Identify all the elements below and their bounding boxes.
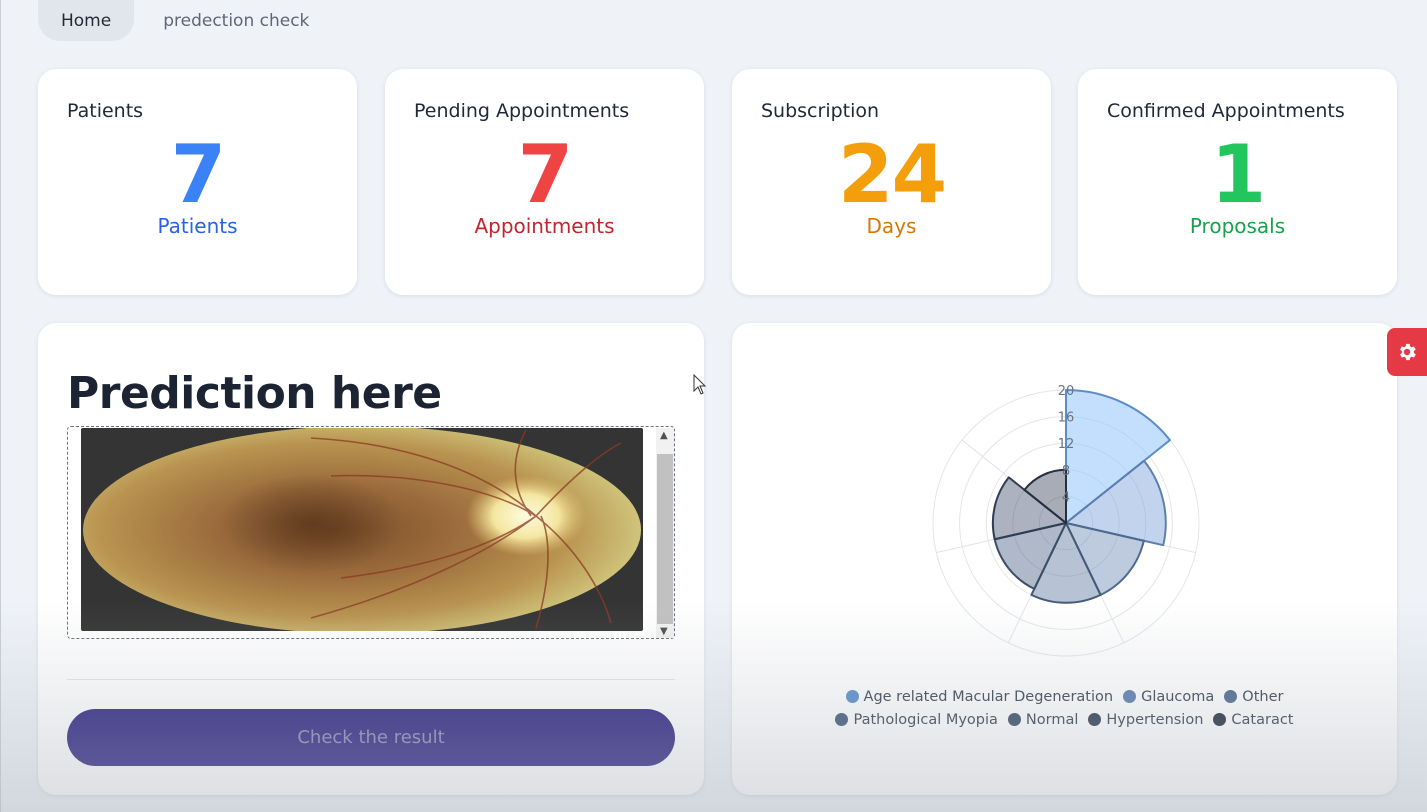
prediction-title: Prediction here [67,368,442,419]
legend-item[interactable]: Normal [1007,711,1079,728]
legend-swatch [1224,690,1238,703]
legend-swatch [845,690,859,703]
fundus-image [81,428,643,631]
settings-button[interactable] [1387,328,1427,376]
legend-swatch [1007,713,1021,726]
stat-title: Patients [67,100,144,122]
image-drop-zone[interactable]: ▲ ▼ [67,426,675,639]
stat-value: 7 [170,128,227,221]
stat-unit: Appointments [474,214,615,238]
stat-title: Confirmed Appointments [1107,100,1345,122]
scroll-thumb[interactable] [657,454,673,624]
stat-value: 7 [517,128,574,221]
stat-value: 1 [1210,128,1267,221]
legend-item[interactable]: Glaucoma [1123,689,1214,705]
chart-card: 4 8 12 16 20 Age related Macular Degeneratio… [732,323,1397,795]
window-edge [0,0,1,812]
scroll-up-icon[interactable]: ▲ [660,431,668,441]
gear-icon [1400,343,1416,361]
legend-label: Hypertension [1106,711,1204,728]
check-result-button[interactable]: Check the result [67,709,675,766]
r-tick-label: 16 [1058,411,1075,426]
divider [67,679,675,680]
tab-home[interactable]: Home [38,0,135,41]
r-tick-label: 4 [1062,490,1070,505]
polar-area-chart: 4 8 12 16 20 [932,384,1200,657]
legend-item[interactable]: Pathological Myopia [835,711,998,728]
legend-label: Other [1242,688,1284,705]
legend-label: Normal [1025,711,1079,728]
stat-value: 24 [837,128,947,221]
stat-title: Pending Appointments [414,100,630,122]
stat-card-subscription: Subscription 24 Days [732,69,1051,295]
r-tick-label: 20 [1058,384,1075,399]
stat-title: Subscription [761,100,880,122]
r-tick-label: 12 [1058,437,1075,452]
chart-legend: Age related Macular Degeneration Glaucoma… [732,685,1397,731]
stat-unit: Patients [157,214,238,238]
legend-item[interactable]: Age related Macular Degeneration [845,688,1114,705]
tab-predection-check[interactable]: predection check [140,0,332,41]
scroll-down-icon[interactable]: ▼ [660,627,668,637]
nav-tabs: Home predection check [38,0,332,41]
legend-label: Glaucoma [1141,688,1215,705]
legend-item[interactable]: Hypertension [1088,712,1203,728]
legend-row: Age related Macular Degeneration Glaucoma… [732,685,1397,708]
legend-swatch [1088,713,1102,726]
legend-swatch [1123,690,1137,703]
mouse-cursor-icon [693,374,707,395]
stat-unit: Proposals [1189,214,1286,238]
legend-swatch [1213,713,1227,726]
legend-label: Age related Macular Degeneration [863,688,1114,705]
legend-row: Pathological Myopia Normal Hypertension Cat… [732,708,1397,731]
r-tick-label: 8 [1062,464,1070,479]
image-scrollbar[interactable]: ▲ ▼ [656,428,674,638]
legend-item[interactable]: Other [1224,689,1283,705]
legend-item[interactable]: Cataract [1213,711,1294,728]
stat-card-pending-appointments: Pending Appointments 7 Appointments [385,69,704,295]
stat-card-patients: Patients 7 Patients [38,69,357,295]
legend-label: Cataract [1231,711,1294,728]
stat-card-confirmed-appointments: Confirmed Appointments 1 Proposals [1078,69,1397,295]
stat-unit: Days [866,214,917,238]
legend-label: Pathological Myopia [853,711,998,728]
prediction-card: Prediction here ▲ ▼ Check the result [38,323,704,795]
legend-swatch [835,713,849,726]
